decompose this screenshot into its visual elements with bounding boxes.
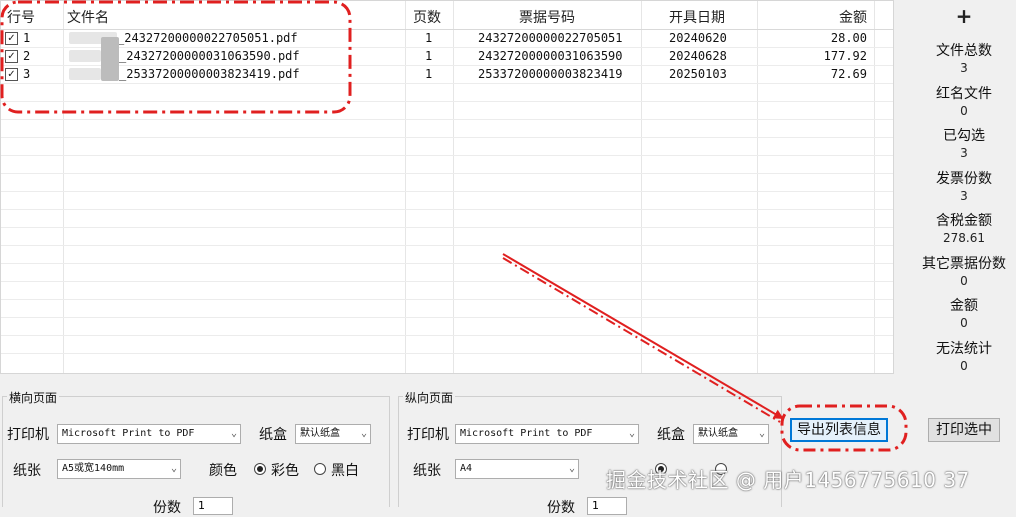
header-amount[interactable]: 金额 <box>839 7 867 27</box>
row-number: 2 <box>23 49 31 63</box>
chevron-down-icon: ⌄ <box>230 428 237 439</box>
printer-label: 打印机 <box>407 427 449 443</box>
stat-label: 已勾选 <box>943 128 985 144</box>
chevron-down-icon: ⌄ <box>628 428 635 439</box>
copies-label: 份数 <box>153 500 181 516</box>
header-row-no[interactable]: 行号 <box>7 7 35 27</box>
printer-select[interactable]: Microsoft Print to PDF ⌄ <box>57 424 241 444</box>
stat-value: 0 <box>960 274 968 288</box>
stat-label: 其它票据份数 <box>922 256 1006 272</box>
stat-other-receipts: 其它票据份数 0 <box>900 253 1016 288</box>
tray-label: 纸盒 <box>259 427 287 443</box>
panel-title: 纵向页面 <box>403 389 456 406</box>
stat-value: 278.61 <box>943 231 985 245</box>
paper-label: 纸张 <box>13 463 41 479</box>
stat-uncounted: 无法统计 0 <box>900 338 1016 373</box>
page-count: 1 <box>425 49 433 63</box>
stat-amount: 金额 0 <box>900 295 1016 330</box>
paper-select[interactable]: A4 ⌄ <box>455 459 579 479</box>
invoice-number: 24327200000022705051 <box>478 31 623 45</box>
printer-label: 打印机 <box>7 427 49 443</box>
redacted-filename-prefix <box>69 50 101 62</box>
landscape-page-settings: 横向页面 打印机 Microsoft Print to PDF ⌄ 纸盒 默认纸盒… <box>2 389 390 516</box>
row-checkbox[interactable]: ✓ <box>5 68 18 81</box>
tray-label: 纸盒 <box>657 427 685 443</box>
page-count: 1 <box>425 67 433 81</box>
export-list-button[interactable]: 导出列表信息 <box>790 418 888 442</box>
issue-date: 20250103 <box>669 67 727 81</box>
stat-value: 0 <box>960 104 968 118</box>
color-radio[interactable] <box>254 463 266 475</box>
add-file-button[interactable]: + <box>900 4 1016 28</box>
stat-label: 无法统计 <box>936 341 992 357</box>
stat-invoice-count: 发票份数 3 <box>900 168 1016 203</box>
panel-title: 横向页面 <box>7 389 60 406</box>
issue-date: 20240628 <box>669 49 727 63</box>
invoice-number: 24327200000031063590 <box>478 49 623 63</box>
stat-label: 金额 <box>950 298 978 314</box>
paper-select[interactable]: A5或宽140mm ⌄ <box>57 459 181 479</box>
chevron-down-icon: ⌄ <box>170 463 177 474</box>
color-option-label: 彩色 <box>271 463 299 479</box>
stat-value: 3 <box>960 61 968 75</box>
chevron-down-icon: ⌄ <box>568 463 575 474</box>
print-selected-button[interactable]: 打印选中 <box>928 418 1000 442</box>
tray-select[interactable]: 默认纸盒 ⌄ <box>295 424 371 444</box>
printer-select[interactable]: Microsoft Print to PDF ⌄ <box>455 424 639 444</box>
amount: 72.69 <box>830 67 867 81</box>
row-number: 1 <box>23 31 31 45</box>
page-count: 1 <box>425 31 433 45</box>
chevron-down-icon: ⌄ <box>360 428 367 439</box>
header-file-name[interactable]: 文件名 <box>67 7 109 27</box>
stat-label: 红名文件 <box>936 86 992 102</box>
bw-option-label: 黑白 <box>331 463 359 479</box>
stat-value: 3 <box>960 189 968 203</box>
issue-date: 20240620 <box>669 31 727 45</box>
file-name: _25337200000003823419.pdf <box>119 67 300 81</box>
stat-value: 0 <box>960 359 968 373</box>
tray-select[interactable]: 默认纸盒 ⌄ <box>693 424 769 444</box>
copies-label: 份数 <box>547 500 575 516</box>
paper-label: 纸张 <box>413 463 441 479</box>
amount: 28.00 <box>830 31 867 45</box>
copies-stepper[interactable]: 1 <box>587 497 627 515</box>
stat-tax-inclusive-amount: 含税金额 278.61 <box>900 210 1016 245</box>
row-checkbox[interactable]: ✓ <box>5 32 18 45</box>
chevron-down-icon: ⌄ <box>758 428 765 439</box>
row-number: 3 <box>23 67 31 81</box>
invoice-number: 25337200000003823419 <box>478 67 623 81</box>
header-issue-date[interactable]: 开具日期 <box>669 7 725 27</box>
amount: 177.92 <box>823 49 867 63</box>
stat-checked: 已勾选 3 <box>900 125 1016 160</box>
file-name: _24327200000022705051.pdf <box>117 31 298 45</box>
color-label: 颜色 <box>209 463 237 479</box>
stat-value: 3 <box>960 146 968 160</box>
row-checkbox[interactable]: ✓ <box>5 50 18 63</box>
stat-label: 发票份数 <box>936 171 992 187</box>
watermark: 掘金技术社区 @ 用户1456775610 37 <box>606 468 970 492</box>
stat-label: 含税金额 <box>936 213 992 229</box>
stat-label: 文件总数 <box>936 43 992 59</box>
stat-red-files: 红名文件 0 <box>900 83 1016 118</box>
stat-total-files: 文件总数 3 <box>900 40 1016 75</box>
header-pages[interactable]: 页数 <box>413 7 441 27</box>
redacted-filename-prefix <box>101 37 119 81</box>
copies-stepper[interactable]: 1 <box>193 497 233 515</box>
redacted-filename-prefix <box>69 68 101 80</box>
file-list-table[interactable]: 行号 文件名 页数 票据号码 开具日期 金额 ✓ 1 _243272000000… <box>0 0 894 374</box>
bw-radio[interactable] <box>314 463 326 475</box>
statistics-panel: + 文件总数 3 红名文件 0 已勾选 3 发票份数 3 含税金额 278.61… <box>900 0 1016 374</box>
file-name: _24327200000031063590.pdf <box>119 49 300 63</box>
header-invoice-no[interactable]: 票据号码 <box>519 7 575 27</box>
stat-value: 0 <box>960 316 968 330</box>
